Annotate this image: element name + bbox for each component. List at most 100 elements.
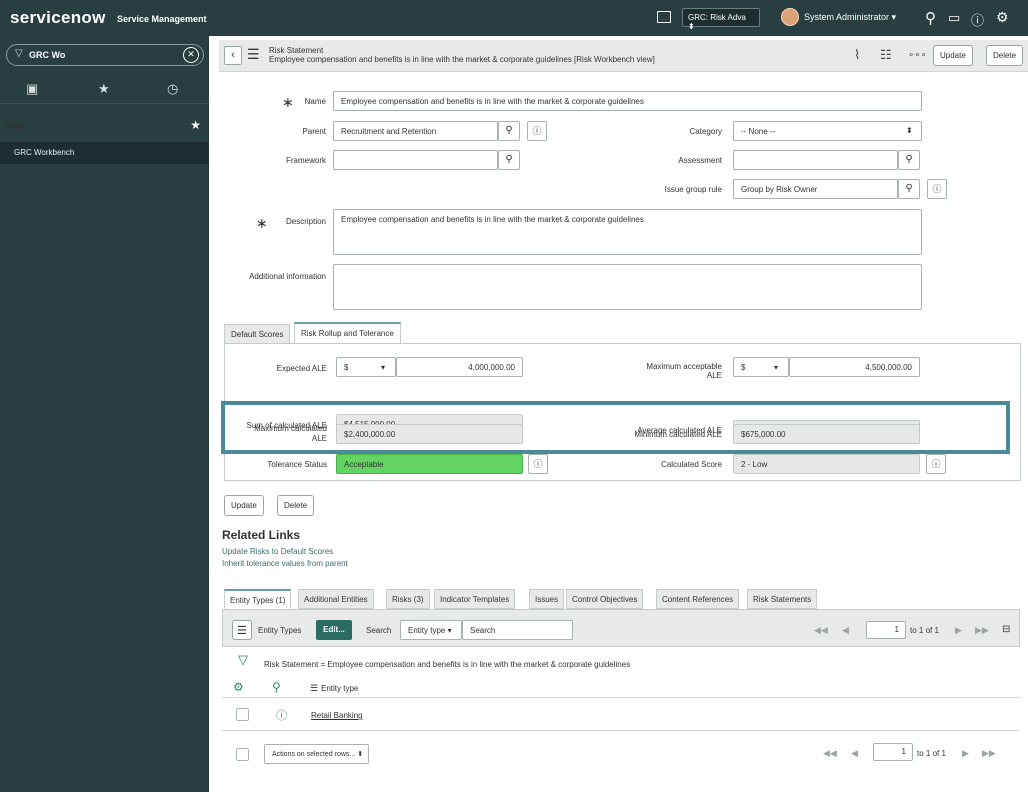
- navigator-filter[interactable]: ▽ GRC Wo ✕: [6, 44, 204, 66]
- tab-risk-statements[interactable]: Risk Statements: [747, 589, 818, 609]
- calculated-score-info-button[interactable]: ⓘ: [926, 454, 946, 474]
- parent-lookup-button[interactable]: ⚲: [498, 121, 520, 141]
- attachment-icon[interactable]: ⌇: [854, 47, 860, 63]
- assessment-lookup-button[interactable]: ⚲: [898, 150, 920, 170]
- gear-icon[interactable]: ⚙: [996, 9, 1009, 26]
- more-options-icon[interactable]: ∘∘∘: [908, 50, 927, 61]
- personalize-icon[interactable]: ☷: [880, 47, 892, 63]
- history-clock-icon[interactable]: ◷: [167, 81, 178, 97]
- info-icon: ⓘ: [532, 126, 542, 136]
- next-page-icon[interactable]: ▶: [955, 625, 962, 636]
- list-search-input[interactable]: Search: [462, 620, 573, 640]
- search-icon: ⚲: [505, 125, 513, 136]
- user-name: System Administrator: [804, 12, 890, 22]
- update-button[interactable]: Update: [933, 45, 973, 66]
- nav-module-grc-workbench[interactable]: GRC Workbench: [0, 142, 209, 164]
- row-checkbox[interactable]: [236, 708, 249, 721]
- brand-logo[interactable]: servicenow: [10, 8, 106, 28]
- chevron-updown-icon: ⬍: [357, 751, 364, 758]
- tab-control-objectives[interactable]: Control Objectives: [566, 589, 644, 609]
- tab-risk-rollup-tolerance[interactable]: Risk Rollup and Tolerance: [294, 322, 401, 344]
- link-inherit-tolerance-values[interactable]: Inherit tolerance values from parent: [222, 559, 348, 568]
- tab-content-references[interactable]: Content References: [656, 589, 740, 609]
- name-field[interactable]: Employee compensation and benefits is in…: [333, 91, 922, 111]
- search-label: Search: [366, 626, 392, 635]
- actions-on-selected-select[interactable]: Actions on selected rows... ⬍: [264, 744, 369, 764]
- update-button-bottom[interactable]: Update: [224, 495, 264, 516]
- list-context-menu-button[interactable]: ☰: [232, 620, 252, 640]
- expected-ale-label: Expected ALE: [276, 364, 327, 373]
- delete-button-bottom[interactable]: Delete: [277, 495, 315, 516]
- issue-group-lookup-button[interactable]: ⚲: [898, 179, 920, 199]
- tab-indicator-templates[interactable]: Indicator Templates: [434, 589, 516, 609]
- assessment-field[interactable]: [733, 150, 898, 170]
- additional-information-field[interactable]: [333, 264, 922, 310]
- first-page-icon[interactable]: ◀◀: [814, 625, 828, 636]
- tab-risks[interactable]: Risks (3): [386, 589, 430, 609]
- max-acceptable-ale-currency[interactable]: $ ▾: [733, 357, 789, 377]
- description-field[interactable]: Employee compensation and benefits is in…: [333, 209, 922, 255]
- framework-label: Framework: [285, 156, 326, 165]
- form-header: ‹ ☰ Risk Statement Employee compensation…: [219, 40, 1028, 72]
- search-icon[interactable]: ⚲: [272, 680, 281, 694]
- column-menu-icon[interactable]: ☰: [310, 683, 318, 694]
- parent-info-button[interactable]: ⓘ: [527, 121, 547, 141]
- tab-issues[interactable]: Issues: [529, 589, 565, 609]
- collapse-icon[interactable]: ⊟: [1002, 624, 1010, 635]
- star-icon[interactable]: ★: [190, 118, 201, 132]
- last-page-icon[interactable]: ▶▶: [982, 748, 996, 759]
- framework-lookup-button[interactable]: ⚲: [498, 150, 520, 170]
- next-page-icon[interactable]: ▶: [962, 748, 969, 759]
- issue-group-rule-field[interactable]: Group by Risk Owner: [733, 179, 898, 199]
- application-scope-select[interactable]: GRC: Risk Adva ⬍: [682, 8, 760, 31]
- user-menu[interactable]: System Administrator ▾: [804, 12, 896, 23]
- divider: [222, 697, 1020, 698]
- info-icon[interactable]: ⓘ: [276, 707, 287, 723]
- table-row-link[interactable]: Retail Banking: [311, 711, 363, 720]
- parent-field[interactable]: Recruitment and Retention: [333, 121, 498, 141]
- window-icon[interactable]: [657, 11, 671, 23]
- delete-button[interactable]: Delete: [986, 45, 1024, 66]
- expected-ale-currency[interactable]: $ ▾: [336, 357, 396, 377]
- category-select[interactable]: -- None --: [733, 121, 922, 141]
- edit-button[interactable]: Edit...: [316, 620, 352, 640]
- search-icon[interactable]: ⚲: [925, 9, 936, 27]
- first-page-icon[interactable]: ◀◀: [823, 748, 837, 759]
- search-field-select[interactable]: Entity type ▾: [400, 620, 462, 640]
- help-icon[interactable]: ⓘ: [971, 10, 984, 29]
- clear-icon[interactable]: ✕: [183, 47, 199, 63]
- top-banner: servicenow Service Management GRC: Risk …: [0, 0, 1028, 36]
- previous-page-icon[interactable]: ◀: [842, 625, 849, 636]
- tolerance-info-button[interactable]: ⓘ: [528, 454, 548, 474]
- filter-breadcrumb[interactable]: Risk Statement = Employee compensation a…: [264, 660, 630, 669]
- expected-ale-amount[interactable]: 4,000,000.00: [396, 357, 523, 377]
- tolerance-status-label: Tolerance Status: [267, 460, 327, 469]
- expected-ale-currency-value: $: [344, 363, 349, 372]
- page-number-input[interactable]: 1: [866, 621, 906, 639]
- nav-section-risk[interactable]: Risk ★: [0, 116, 209, 136]
- gear-icon[interactable]: ⚙: [233, 680, 244, 694]
- favorites-star-icon[interactable]: ★: [98, 81, 110, 97]
- framework-field[interactable]: [333, 150, 498, 170]
- back-button[interactable]: ‹: [224, 46, 242, 65]
- menu-icon: ☰: [237, 625, 247, 637]
- divider: [222, 730, 1020, 731]
- previous-page-icon[interactable]: ◀: [851, 748, 858, 759]
- all-apps-icon[interactable]: ▣: [26, 81, 38, 97]
- issue-group-info-button[interactable]: ⓘ: [927, 179, 947, 199]
- last-page-icon[interactable]: ▶▶: [975, 625, 989, 636]
- navigator-filter-input[interactable]: GRC Wo: [29, 50, 65, 60]
- avatar[interactable]: [781, 8, 799, 26]
- column-header-entity-type[interactable]: Entity type: [321, 684, 358, 693]
- tab-additional-entities[interactable]: Additional Entities: [298, 589, 374, 609]
- filter-icon[interactable]: ▽: [238, 652, 248, 668]
- page-number-input-bottom[interactable]: 1: [873, 743, 913, 761]
- chat-icon[interactable]: ▭: [948, 10, 960, 26]
- brand-subtitle: Service Management: [117, 14, 207, 24]
- link-update-risks-default-scores[interactable]: Update Risks to Default Scores: [222, 547, 333, 556]
- context-menu-icon[interactable]: ☰: [247, 47, 260, 61]
- tab-default-scores[interactable]: Default Scores: [224, 324, 291, 344]
- select-all-checkbox[interactable]: [236, 748, 249, 761]
- tab-entity-types[interactable]: Entity Types (1): [224, 589, 292, 609]
- max-acceptable-ale-amount[interactable]: 4,500,000.00: [789, 357, 920, 377]
